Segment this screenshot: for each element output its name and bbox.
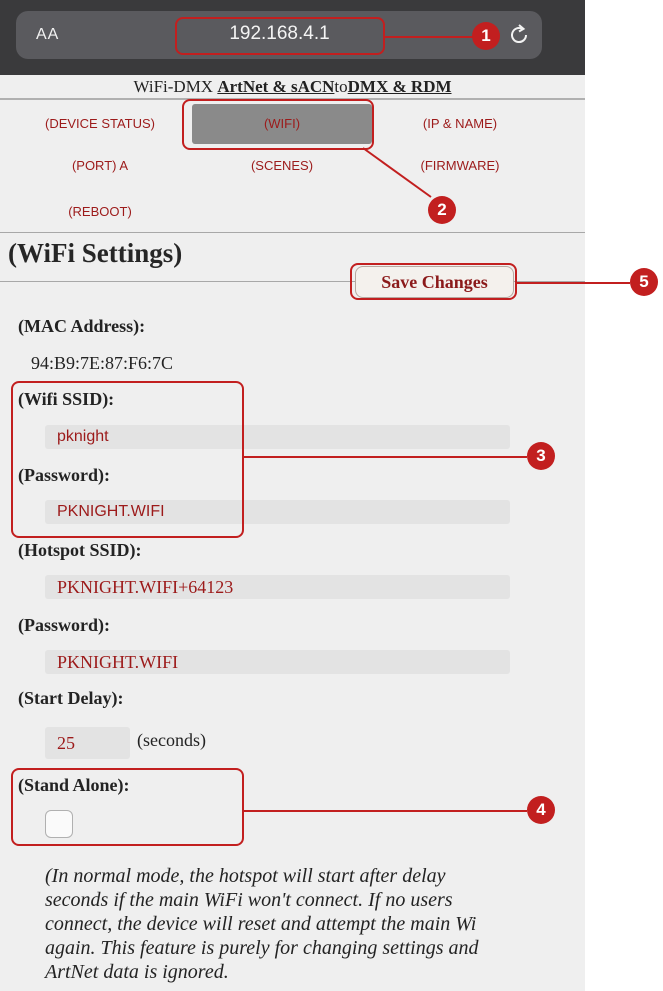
callout-badge: 1 xyxy=(472,22,500,50)
start-delay-label: (Start Delay): xyxy=(18,688,124,708)
callout-box-stand-alone xyxy=(11,768,244,846)
text-size-button[interactable]: AA xyxy=(36,26,59,44)
header-dmx: DMX & RDM xyxy=(347,77,452,96)
callout-line xyxy=(244,456,527,458)
note-line: again. This feature is purely for changi… xyxy=(45,937,479,959)
start-delay-unit: (seconds) xyxy=(137,730,206,750)
tab-device-status[interactable]: (DEVICE STATUS) xyxy=(10,104,190,144)
callout-badge: 2 xyxy=(428,196,456,224)
callout-line xyxy=(517,282,630,284)
divider xyxy=(0,232,585,233)
header-artnet: ArtNet & sACN xyxy=(217,77,335,96)
note-line: seconds if the main WiFi won't connect. … xyxy=(45,889,453,911)
callout-line xyxy=(362,147,432,198)
note-line: connect, the device will reset and attem… xyxy=(45,913,477,935)
callout-badge: 3 xyxy=(527,442,555,470)
callout-badge: 4 xyxy=(527,796,555,824)
tab-port-a[interactable]: (PORT) A xyxy=(10,146,190,186)
header-prefix: WiFi-DMX xyxy=(133,77,218,96)
callout-line xyxy=(385,36,473,38)
tab-ip-name[interactable]: (IP & NAME) xyxy=(370,104,550,144)
hotspot-ssid-label: (Hotspot SSID): xyxy=(18,540,142,560)
page-title: (WiFi Settings) xyxy=(8,238,183,268)
hotspot-password-label: (Password): xyxy=(18,615,110,635)
mac-address-label: (MAC Address): xyxy=(18,316,146,336)
stand-alone-note: (In normal mode, the hotspot will start … xyxy=(45,864,585,984)
callout-box-wifi-tab xyxy=(182,99,374,150)
hotspot-ssid-input[interactable]: PKNIGHT.WIFI+64123 xyxy=(45,575,510,599)
callout-box-save xyxy=(350,263,517,300)
mac-address-value: 94:B9:7E:87:F6:7C xyxy=(31,353,174,373)
device-header: WiFi-DMX ArtNet & sACNtoDMX & RDM xyxy=(0,76,585,98)
note-line: (In normal mode, the hotspot will start … xyxy=(45,865,446,887)
hotspot-password-input[interactable]: PKNIGHT.WIFI xyxy=(45,650,510,674)
tab-reboot[interactable]: (REBOOT) xyxy=(10,192,190,232)
callout-line xyxy=(244,810,527,812)
note-line: ArtNet data is ignored. xyxy=(45,961,229,983)
reload-icon[interactable] xyxy=(506,22,532,48)
header-to: to xyxy=(334,77,348,96)
callout-badge: 5 xyxy=(630,268,658,296)
tab-scenes[interactable]: (SCENES) xyxy=(192,146,372,186)
callout-box-wifi-credentials xyxy=(11,381,244,538)
start-delay-input[interactable]: 25 xyxy=(45,727,130,759)
callout-box-url xyxy=(175,17,385,55)
